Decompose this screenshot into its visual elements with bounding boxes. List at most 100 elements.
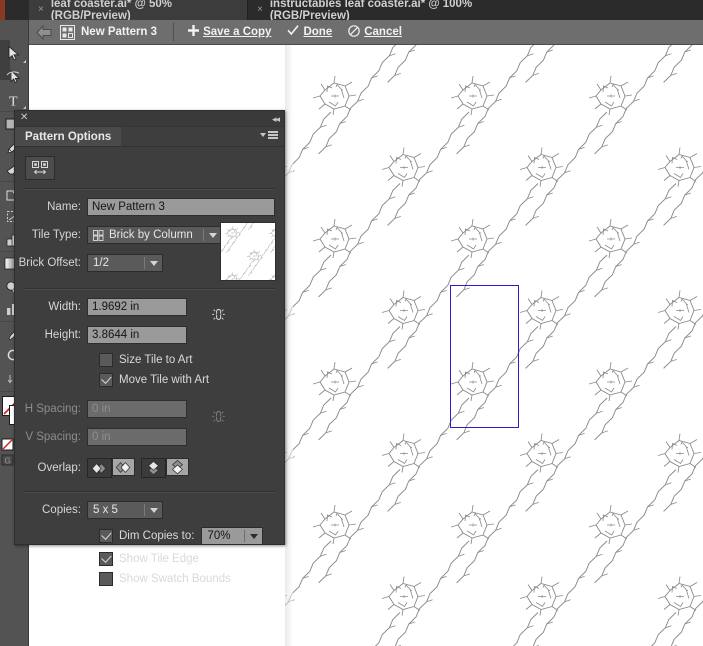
collapse-panel-icon[interactable]: ◂◂	[272, 114, 280, 125]
pattern-tile-edit-icon[interactable]	[25, 156, 55, 180]
brick-offset-select[interactable]: 1/2	[87, 254, 163, 272]
show-tile-edge-label: Show Tile Edge	[119, 553, 199, 565]
tile-edit-row	[15, 147, 284, 188]
h-spacing-label: H Spacing:	[24, 403, 81, 415]
tile-type-select[interactable]: Brick by Column	[87, 226, 222, 244]
canvas-left-shadow	[285, 44, 293, 646]
brick-offset-label: Brick Offset:	[18, 257, 81, 269]
pattern-name-label: New Pattern 3	[81, 26, 158, 38]
chevron-down-icon[interactable]	[146, 502, 162, 518]
h-spacing-input[interactable]: 0 in	[87, 400, 187, 418]
select-divider	[203, 229, 204, 241]
show-swatch-bounds-checkbox[interactable]	[99, 572, 113, 586]
show-swatch-bounds-label: Show Swatch Bounds	[119, 573, 231, 585]
overlap-vertical-group	[141, 458, 189, 478]
close-icon[interactable]: ✕	[20, 113, 28, 123]
done-button[interactable]: Done	[287, 25, 332, 39]
tool-flyout-corner	[23, 60, 26, 63]
dim-copies-to-checkbox[interactable]	[99, 529, 113, 543]
cancel-button[interactable]: Cancel	[348, 24, 402, 40]
chevron-down-icon	[260, 132, 266, 137]
select-divider	[144, 257, 145, 269]
done-label: Done	[303, 26, 333, 38]
width-input[interactable]: 1.9692 in	[87, 298, 187, 316]
pattern-name-input[interactable]: New Pattern 3	[87, 198, 275, 216]
height-row: Height: 3.8644 in	[15, 324, 284, 346]
chevron-down-icon[interactable]	[146, 255, 162, 271]
move-tile-with-art-row[interactable]: Move Tile with Art	[15, 370, 284, 390]
tool-flyout-corner	[23, 106, 26, 109]
size-tile-to-art-row[interactable]: Size Tile to Art	[15, 350, 284, 370]
show-swatch-bounds-row[interactable]: Show Swatch Bounds	[15, 569, 284, 589]
document-tab-instructables[interactable]: × instructables leaf coaster.ai* @ 100% …	[248, 0, 558, 22]
copies-row: Copies: 5 x 5	[15, 499, 284, 521]
selection-tool-icon[interactable]	[0, 42, 28, 65]
dim-copies-to-label: Dim Copies to:	[119, 530, 195, 542]
close-icon[interactable]: ×	[38, 5, 44, 15]
no-entry-icon	[348, 24, 361, 40]
back-arrow-icon[interactable]	[36, 24, 53, 40]
v-spacing-label: V Spacing:	[25, 431, 81, 443]
overlap-left-in-front-button[interactable]	[87, 458, 112, 478]
toolbar-divider	[173, 23, 175, 41]
pattern-options-panel: ✕ ◂◂ Pattern Options Name: New Pattern 3…	[14, 110, 285, 586]
size-tile-to-art-checkbox[interactable]	[99, 353, 113, 367]
menu-bars-icon	[268, 131, 278, 139]
height-label: Height:	[44, 329, 81, 341]
direct-selection-tool-icon[interactable]	[0, 65, 28, 88]
panel-body: Name: New Pattern 3 Tile Type: Brick by …	[15, 147, 284, 589]
save-a-copy-button[interactable]: Save a Copy	[188, 25, 271, 39]
move-tile-with-art-label: Move Tile with Art	[119, 374, 210, 386]
height-input[interactable]: 3.8644 in	[87, 326, 187, 344]
panel-divider	[23, 188, 276, 190]
copies-label: Copies:	[42, 504, 81, 516]
link-dimensions-icon[interactable]	[211, 307, 226, 322]
close-icon[interactable]: ×	[257, 5, 263, 15]
save-a-copy-label: Save a Copy	[203, 26, 272, 38]
link-spacing-icon[interactable]	[211, 409, 226, 424]
h-spacing-row: H Spacing: 0 in	[15, 398, 284, 422]
chevron-down-icon[interactable]	[205, 227, 221, 243]
plus-icon	[188, 25, 200, 39]
copies-select[interactable]: 5 x 5	[87, 501, 163, 519]
panel-title-bar: ✕ ◂◂	[15, 111, 284, 127]
tile-type-row: Tile Type: Brick by Column	[15, 222, 284, 281]
show-tile-edge-checkbox[interactable]	[99, 552, 113, 566]
brick-by-column-icon	[88, 229, 104, 241]
brick-offset-value: 1/2	[93, 257, 109, 269]
panel-menu-icon[interactable]	[260, 131, 278, 139]
overlap-top-in-front-button[interactable]	[141, 458, 166, 478]
width-row: Width: 1.9692 in	[15, 296, 284, 320]
tile-type-label: Tile Type:	[31, 229, 81, 241]
panel-title: Pattern Options	[25, 130, 112, 143]
dim-copies-row[interactable]: Dim Copies to: 70%	[15, 526, 284, 546]
move-tile-with-art-checkbox[interactable]	[99, 373, 113, 387]
dim-copies-value-select[interactable]: 70%	[201, 527, 264, 545]
pattern-edit-control-bar: New Pattern 3 Save a Copy Done Cancel	[29, 20, 703, 45]
panel-divider	[23, 491, 276, 493]
width-label: Width:	[48, 301, 81, 313]
pattern-tile-edge	[450, 285, 519, 428]
copies-value: 5 x 5	[93, 504, 118, 516]
cancel-label: Cancel	[364, 26, 402, 38]
panel-tab-row: Pattern Options	[15, 127, 284, 147]
name-row: Name: New Pattern 3	[15, 196, 284, 218]
document-tab-leaf-coaster[interactable]: × leaf coaster.ai* @ 50% (RGB/Preview)	[29, 0, 247, 22]
overlap-bottom-in-front-button[interactable]	[166, 458, 189, 476]
select-divider	[244, 530, 246, 542]
v-spacing-input[interactable]: 0 in	[87, 428, 187, 446]
svg-text:T: T	[9, 94, 18, 107]
overlap-row: Overlap:	[15, 457, 284, 479]
type-tool-icon[interactable]: T	[0, 88, 28, 111]
show-tile-edge-row[interactable]: Show Tile Edge	[15, 549, 284, 569]
check-icon	[287, 25, 300, 39]
chevron-down-icon[interactable]	[246, 528, 262, 544]
tab-pattern-options[interactable]: Pattern Options	[15, 127, 122, 146]
document-tab-bar: × leaf coaster.ai* @ 50% (RGB/Preview) ×…	[0, 0, 703, 22]
name-label: Name:	[47, 201, 81, 213]
illustrator-window: × leaf coaster.ai* @ 50% (RGB/Preview) ×…	[0, 0, 703, 646]
overlap-right-in-front-button[interactable]	[112, 458, 135, 476]
tool-group-selection: T	[0, 20, 28, 112]
v-spacing-row: V Spacing: 0 in	[15, 426, 284, 448]
size-tile-to-art-label: Size Tile to Art	[119, 354, 193, 366]
